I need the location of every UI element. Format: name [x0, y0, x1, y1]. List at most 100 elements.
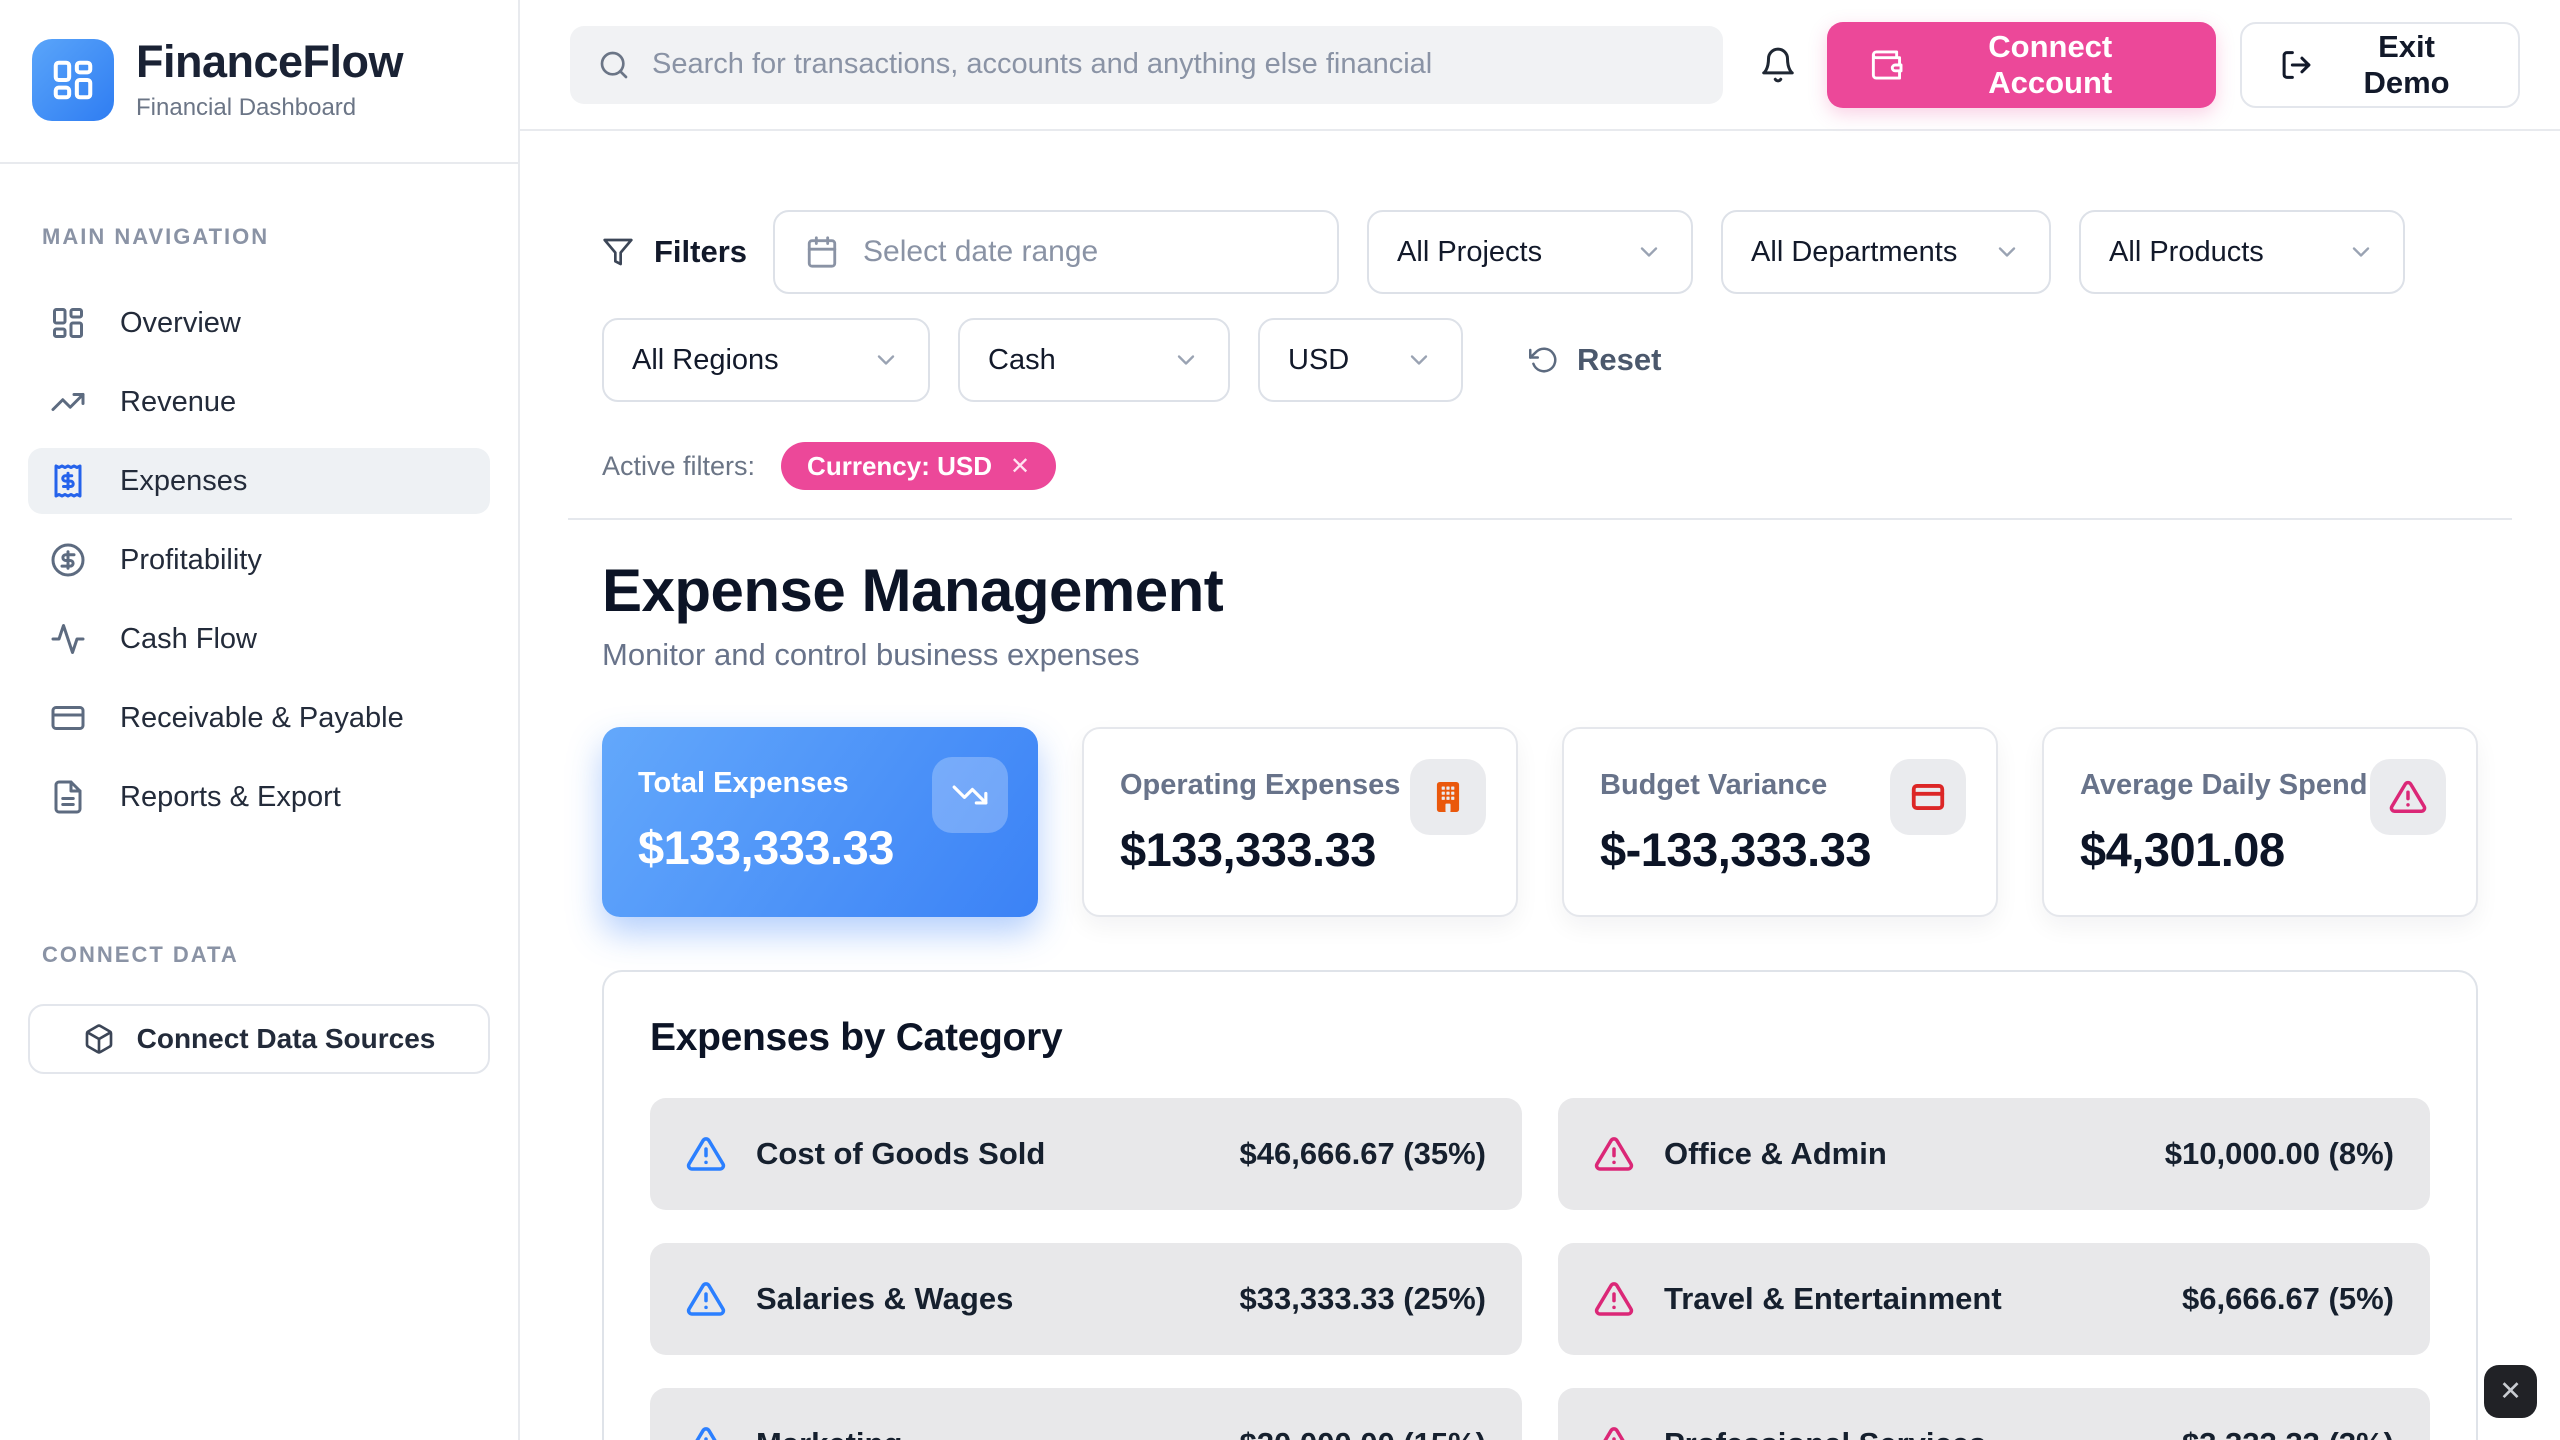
departments-filter-select[interactable]: All Departments: [1721, 210, 2051, 294]
search-input[interactable]: [650, 47, 1695, 82]
active-filter-chip-label: Currency: USD: [807, 451, 992, 482]
stat-card-total-expenses[interactable]: Total Expenses $133,333.33: [602, 727, 1038, 917]
filters-title: Filters: [602, 234, 747, 270]
bell-icon: [1759, 46, 1797, 84]
chevron-down-icon: [2347, 238, 2375, 266]
page-title: Expense Management: [602, 556, 2478, 625]
category-row-salaries-wages: Salaries & Wages $33,333.33 (25%): [650, 1243, 1522, 1355]
filters-row-1: Filters Select date range All Projects A…: [602, 210, 2478, 294]
sidebar-item-label: Overview: [120, 307, 241, 340]
global-search[interactable]: [570, 26, 1723, 104]
exit-demo-button[interactable]: Exit Demo: [2240, 22, 2520, 108]
date-range-placeholder: Select date range: [863, 235, 1098, 269]
close-overlay-button[interactable]: ✕: [2484, 1365, 2537, 1418]
categories-grid: Cost of Goods Sold $46,666.67 (35%) Offi…: [650, 1098, 2430, 1440]
stat-icon-chip: [932, 757, 1008, 833]
alert-triangle-icon: [1594, 1134, 1634, 1174]
section-divider: [568, 518, 2512, 520]
connect-data-section: CONNECT DATA Connect Data Sources: [28, 942, 490, 1074]
currency-filter-value: USD: [1288, 344, 1349, 377]
reset-label: Reset: [1577, 342, 1661, 378]
category-name: Travel & Entertainment: [1664, 1281, 2152, 1317]
category-value: $6,666.67 (5%): [2182, 1281, 2394, 1317]
remove-filter-icon[interactable]: ✕: [1010, 452, 1030, 481]
sidebar-item-overview[interactable]: Overview: [28, 290, 490, 356]
category-row-professional-services: Professional Services $3,333.33 (3%): [1558, 1388, 2430, 1440]
page-subtitle: Monitor and control business expenses: [602, 637, 2478, 673]
chevron-down-icon: [1635, 238, 1663, 266]
sidebar-item-receivable-payable[interactable]: Receivable & Payable: [28, 685, 490, 751]
categories-title: Expenses by Category: [650, 1016, 2430, 1060]
category-row-travel-entertainment: Travel & Entertainment $6,666.67 (5%): [1558, 1243, 2430, 1355]
category-value: $10,000.00 (8%): [2165, 1136, 2394, 1172]
alert-triangle-icon: [686, 1279, 726, 1319]
filters-label: Filters: [654, 234, 747, 270]
sidebar-item-label: Cash Flow: [120, 623, 257, 656]
connect-section-label: CONNECT DATA: [42, 942, 490, 968]
search-icon: [598, 49, 630, 81]
credit-card-icon: [50, 700, 86, 736]
category-name: Salaries & Wages: [756, 1281, 1210, 1317]
sidebar-item-label: Revenue: [120, 386, 236, 419]
financeflow-app: FinanceFlow Financial Dashboard MAIN NAV…: [0, 0, 2560, 1440]
category-value: $46,666.67 (35%): [1240, 1136, 1486, 1172]
reset-filters-button[interactable]: Reset: [1529, 342, 1661, 378]
category-row-office-admin: Office & Admin $10,000.00 (8%): [1558, 1098, 2430, 1210]
payment-filter-select[interactable]: Cash: [958, 318, 1230, 402]
filter-icon: [602, 236, 634, 268]
projects-filter-select[interactable]: All Projects: [1367, 210, 1693, 294]
sidebar-item-revenue[interactable]: Revenue: [28, 369, 490, 435]
category-value: $20,000.00 (15%): [1240, 1426, 1486, 1440]
category-name: Office & Admin: [1664, 1136, 2135, 1172]
active-filters-row: Active filters: Currency: USD ✕: [602, 442, 2478, 490]
sidebar-item-expenses[interactable]: Expenses: [28, 448, 490, 514]
category-name: Marketing: [756, 1426, 1210, 1440]
app-subtitle: Financial Dashboard: [136, 94, 403, 122]
top-bar: Connect Account Exit Demo: [520, 0, 2560, 131]
chevron-down-icon: [1172, 346, 1200, 374]
stat-icon-chip: [1890, 759, 1966, 835]
sidebar-item-reports-export[interactable]: Reports & Export: [28, 764, 490, 830]
package-icon: [83, 1023, 115, 1055]
sidebar-item-cash-flow[interactable]: Cash Flow: [28, 606, 490, 672]
category-value: $3,333.33 (3%): [2182, 1426, 2394, 1440]
chevron-down-icon: [1993, 238, 2021, 266]
stat-card-operating-expenses[interactable]: Operating Expenses $133,333.33: [1082, 727, 1518, 917]
products-filter-select[interactable]: All Products: [2079, 210, 2405, 294]
rotate-ccw-icon: [1529, 345, 1559, 375]
main-navigation: MAIN NAVIGATION Overview Revenue: [0, 164, 518, 830]
products-filter-value: All Products: [2109, 236, 2264, 269]
active-filter-chip-currency[interactable]: Currency: USD ✕: [781, 442, 1056, 490]
calendar-icon: [805, 235, 839, 269]
filters-row-2: All Regions Cash USD Reset: [602, 318, 2478, 402]
trending-up-icon: [50, 384, 86, 420]
brand-text: FinanceFlow Financial Dashboard: [136, 38, 403, 121]
dashboard-grid-icon: [50, 57, 96, 103]
notifications-button[interactable]: [1759, 46, 1797, 84]
close-icon: ✕: [2499, 1376, 2522, 1407]
credit-card-icon: [1909, 778, 1947, 816]
stat-card-average-daily-spend[interactable]: Average Daily Spend $4,301.08: [2042, 727, 2478, 917]
sidebar-item-label: Profitability: [120, 544, 262, 577]
activity-icon: [50, 621, 86, 657]
regions-filter-select[interactable]: All Regions: [602, 318, 930, 402]
alert-triangle-icon: [686, 1424, 726, 1440]
connect-data-sources-button[interactable]: Connect Data Sources: [28, 1004, 490, 1074]
expenses-by-category-card: Expenses by Category Cost of Goods Sold …: [602, 970, 2478, 1440]
app-title: FinanceFlow: [136, 38, 403, 85]
exit-demo-label: Exit Demo: [2333, 29, 2480, 101]
category-value: $33,333.33 (25%): [1240, 1281, 1486, 1317]
trending-down-icon: [951, 776, 989, 814]
stat-card-budget-variance[interactable]: Budget Variance $-133,333.33: [1562, 727, 1998, 917]
sidebar-item-profitability[interactable]: Profitability: [28, 527, 490, 593]
file-text-icon: [50, 779, 86, 815]
sidebar-item-label: Reports & Export: [120, 781, 341, 814]
currency-filter-select[interactable]: USD: [1258, 318, 1463, 402]
category-row-cost-of-goods-sold: Cost of Goods Sold $46,666.67 (35%): [650, 1098, 1522, 1210]
stat-icon-chip: [1410, 759, 1486, 835]
date-range-picker[interactable]: Select date range: [773, 210, 1339, 294]
content: Filters Select date range All Projects A…: [520, 131, 2560, 1440]
alert-triangle-icon: [2389, 778, 2427, 816]
connect-account-button[interactable]: Connect Account: [1827, 22, 2216, 108]
connect-data-sources-label: Connect Data Sources: [137, 1023, 436, 1055]
